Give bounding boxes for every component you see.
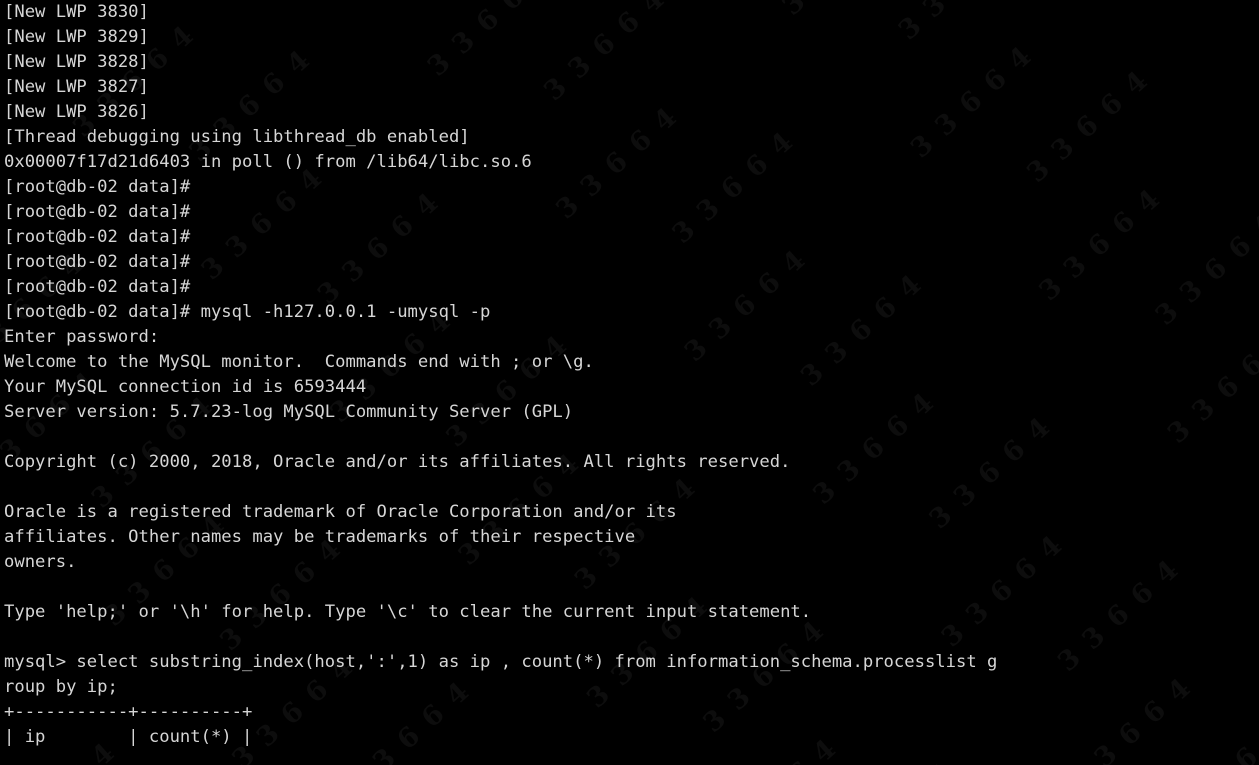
terminal-line: [root@db-02 data]# — [4, 177, 191, 197]
terminal-line: Type 'help;' or '\h' for help. Type '\c'… — [4, 602, 812, 622]
terminal-screen[interactable]: [New LWP 3830] [New LWP 3829] [New LWP 382… — [0, 0, 1259, 765]
terminal-line: [New LWP 3829] — [4, 27, 149, 47]
terminal-line: | ip | count(*) | — [4, 727, 253, 747]
terminal-line: Welcome to the MySQL monitor. Commands e… — [4, 352, 594, 372]
terminal-line: +-----------+----------+ — [4, 702, 253, 722]
terminal-line: [root@db-02 data]# — [4, 202, 191, 222]
terminal-line: [New LWP 3830] — [4, 2, 149, 22]
terminal-line: [New LWP 3827] — [4, 77, 149, 97]
terminal-line: Your MySQL connection id is 6593444 — [4, 377, 367, 397]
terminal-line: roup by ip; — [4, 677, 118, 697]
terminal-line: mysql> select substring_index(host,':',1… — [4, 652, 998, 672]
terminal-line: [root@db-02 data]# — [4, 277, 191, 297]
terminal-line: Server version: 5.7.23-log MySQL Communi… — [4, 402, 574, 422]
terminal-line: 0x00007f17d21d6403 in poll () from /lib6… — [4, 152, 532, 172]
terminal-line: [New LWP 3828] — [4, 52, 149, 72]
terminal-line: Copyright (c) 2000, 2018, Oracle and/or … — [4, 452, 791, 472]
terminal-line: Enter password: — [4, 327, 160, 347]
terminal-window[interactable]: 33664 33664 33664 33664 33664 33664 3366… — [0, 0, 1259, 765]
terminal-line: [root@db-02 data]# — [4, 227, 191, 247]
terminal-line: [root@db-02 data]# — [4, 252, 191, 272]
terminal-line: Oracle is a registered trademark of Orac… — [4, 502, 677, 522]
terminal-line: affiliates. Other names may be trademark… — [4, 527, 636, 547]
terminal-line: [Thread debugging using libthread_db ena… — [4, 127, 470, 147]
terminal-line: owners. — [4, 552, 77, 572]
terminal-line: [New LWP 3826] — [4, 102, 149, 122]
terminal-line: [root@db-02 data]# mysql -h127.0.0.1 -um… — [4, 302, 491, 322]
